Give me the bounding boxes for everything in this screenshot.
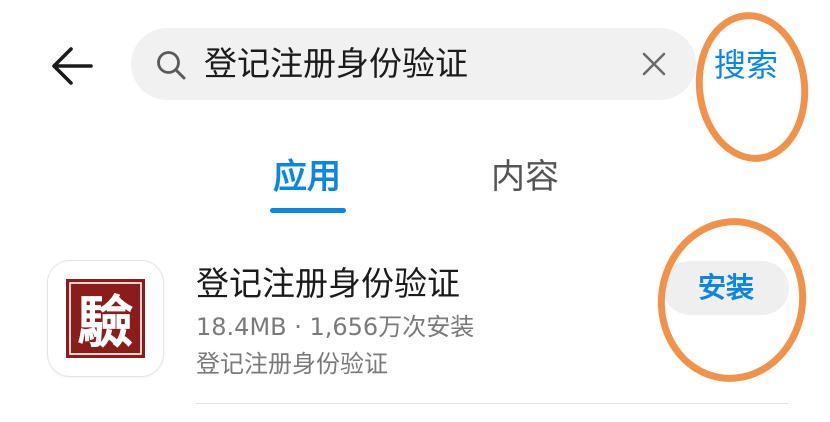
- back-button[interactable]: [46, 40, 98, 92]
- clear-search-button[interactable]: [634, 44, 674, 84]
- install-button[interactable]: 安装: [663, 261, 789, 315]
- close-icon: [642, 52, 666, 76]
- tab-active-indicator: [270, 208, 346, 213]
- search-input[interactable]: [204, 34, 624, 94]
- seal-logo-icon: 驗: [66, 279, 145, 358]
- app-description: 登记注册身份验证: [196, 350, 388, 378]
- app-name[interactable]: 登记注册身份验证: [196, 261, 460, 307]
- app-meta: 18.4MB · 1,656万次安装: [196, 313, 475, 341]
- search-icon: [155, 49, 187, 81]
- tab-content[interactable]: 内容: [491, 152, 559, 202]
- app-icon[interactable]: 驗: [48, 261, 163, 376]
- svg-text:驗: 驗: [78, 290, 134, 356]
- search-button[interactable]: 搜索: [714, 42, 778, 88]
- list-divider: [196, 403, 788, 404]
- tab-apps[interactable]: 应用: [273, 152, 341, 202]
- search-box[interactable]: [131, 28, 696, 100]
- arrow-left-icon: [52, 47, 93, 85]
